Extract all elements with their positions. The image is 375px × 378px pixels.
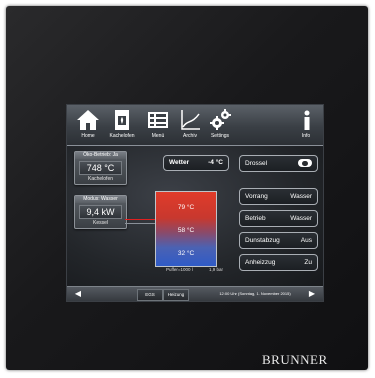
- previous-arrow-icon[interactable]: ◀: [71, 289, 85, 299]
- return-pipe-grey: [125, 223, 155, 224]
- bottom-status-bar: ◀ EGS Heizung 12:00 Uhr (Sonntag, 1. Nov…: [67, 286, 323, 301]
- nav-settings[interactable]: Settings: [205, 108, 235, 144]
- kessel-mode-label: Modus: Wasser: [75, 196, 126, 203]
- gears-icon: [210, 109, 231, 130]
- house-icon: [77, 110, 99, 130]
- buffer-pressure: 1,9 bar: [209, 267, 224, 272]
- touch-screen: Home Kachelofen Menü Archiv Settings Inf…: [66, 104, 324, 302]
- buffer-top-temperature: 79 °C: [177, 204, 195, 211]
- kachelofen-label: Kachelofen: [87, 176, 114, 182]
- nav-info[interactable]: Info: [295, 108, 317, 144]
- drossel-toggle-knob: [302, 160, 308, 166]
- eg-indicator[interactable]: EGS: [137, 289, 163, 301]
- kessel-power: 9,4 kW: [79, 205, 122, 219]
- info-icon: [304, 110, 310, 130]
- kachelofen-mode-label: Öko-Betrieb: Ja: [75, 152, 126, 159]
- menu-list-icon: [148, 112, 168, 128]
- next-arrow-icon[interactable]: ▶: [305, 289, 319, 299]
- kessel-status-box[interactable]: Modus: Wasser 9,4 kW Kessel: [74, 195, 127, 229]
- nav-home[interactable]: Home: [73, 108, 103, 144]
- setting-betrieb[interactable]: Betrieb Wasser: [239, 210, 318, 227]
- nav-archiv[interactable]: Archiv: [175, 108, 205, 144]
- weather-display: Wetter -4 °C: [163, 155, 229, 171]
- nav-menu[interactable]: Menü: [143, 108, 173, 144]
- buffer-tank[interactable]: 79 °C 58 °C 32 °C: [155, 191, 217, 267]
- nav-kachelofen[interactable]: Kachelofen: [105, 108, 139, 144]
- drossel-control[interactable]: Drossel: [239, 155, 318, 172]
- archive-chart-icon: [181, 110, 200, 130]
- kachelofen-temperature: 748 °C: [79, 161, 122, 175]
- stove-icon: [115, 110, 129, 130]
- date-time: 12:00 Uhr (Sonntag, 1. November 2015): [219, 291, 291, 296]
- heizung-indicator[interactable]: Heizung: [163, 289, 189, 301]
- drossel-toggle-icon[interactable]: [298, 159, 312, 167]
- main-panel: Öko-Betrieb: Ja 748 °C Kachelofen Modus:…: [67, 146, 323, 286]
- setting-anheizzug[interactable]: Anheizzug Zu: [239, 254, 318, 271]
- buffer-bottom-temperature: 32 °C: [177, 250, 195, 257]
- setting-dunstabzug[interactable]: Dunstabzug Aus: [239, 232, 318, 249]
- kessel-label: Kessel: [92, 220, 108, 226]
- top-navigation-bar: Home Kachelofen Menü Archiv Settings Inf…: [67, 105, 323, 146]
- setting-vorrang[interactable]: Vorrang Wasser: [239, 188, 318, 205]
- buffer-mid-temperature: 58 °C: [177, 227, 195, 234]
- supply-pipe-red: [125, 219, 155, 220]
- buffer-volume: Puffer=1000 l: [166, 267, 193, 272]
- device-frame: Home Kachelofen Menü Archiv Settings Inf…: [6, 6, 368, 370]
- kachelofen-status-box[interactable]: Öko-Betrieb: Ja 748 °C Kachelofen: [74, 151, 127, 185]
- brand-logo: BRUNNER: [262, 352, 328, 367]
